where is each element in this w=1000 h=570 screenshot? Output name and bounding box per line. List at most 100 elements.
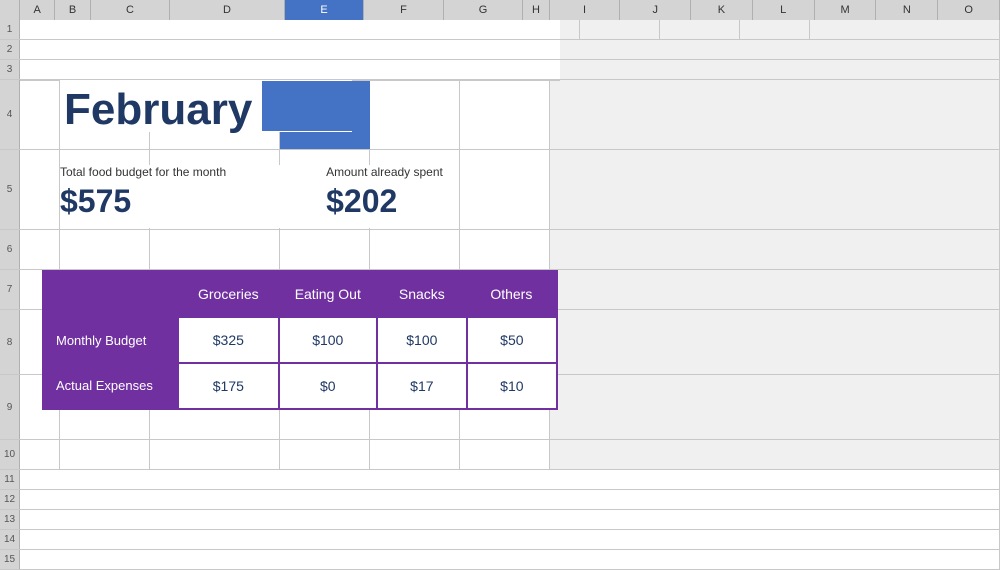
table-row-actual-expenses: Actual Expenses $175 $0 $17 $10 [43,363,557,409]
cell-c2[interactable] [60,40,150,59]
cell-e1[interactable] [280,20,370,39]
cell-groceries-actual[interactable]: $175 [178,363,279,409]
cell-eating-out-actual[interactable]: $0 [279,363,377,409]
cell-k1[interactable] [740,20,810,39]
cell-c4[interactable] [60,80,150,149]
col-header-h[interactable]: H [523,0,550,20]
col-header-m[interactable]: M [815,0,877,20]
cell-g1[interactable] [460,20,550,39]
cell-rest-8[interactable] [550,310,1000,374]
cell-rest-2[interactable] [550,40,1000,59]
cell-e6[interactable] [280,230,370,269]
cell-j1[interactable] [660,20,740,39]
cell-others-budget[interactable]: $50 [467,317,557,363]
row-num-3: 3 [0,60,20,79]
cell-rest-9[interactable] [550,375,1000,439]
cell-g4[interactable] [460,80,550,149]
col-header-k[interactable]: K [691,0,753,20]
budget-table: Groceries Eating Out Snacks Others Month… [42,270,558,410]
row-label-actual-expenses[interactable]: Actual Expenses [43,363,178,409]
cell-d5[interactable] [150,150,280,229]
cell-snacks-budget[interactable]: $100 [377,317,467,363]
cell-snacks-actual[interactable]: $17 [377,363,467,409]
cell-g3[interactable] [460,60,550,79]
cell-e10[interactable] [280,440,370,469]
row-label-monthly-budget[interactable]: Monthly Budget [43,317,178,363]
cell-f4[interactable] [370,80,460,149]
cell-e5[interactable] [280,150,370,229]
col-header-l[interactable]: L [753,0,815,20]
col-header-f[interactable]: F [364,0,443,20]
cell-rest-13[interactable] [20,510,1000,529]
cell-eating-out-budget[interactable]: $100 [279,317,377,363]
col-header-j[interactable]: J [620,0,691,20]
col-header-a[interactable]: A [20,0,55,20]
cell-f10[interactable] [370,440,460,469]
col-header-i[interactable]: I [550,0,621,20]
cell-g5[interactable] [460,150,550,229]
col-header-b[interactable]: B [55,0,90,20]
cell-rest-6[interactable] [550,230,1000,269]
cell-f1[interactable] [370,20,460,39]
cell-g10[interactable] [460,440,550,469]
cell-g2[interactable] [460,40,550,59]
row-num-4: 4 [0,80,20,149]
cell-f3[interactable] [370,60,460,79]
cell-i1[interactable] [580,20,660,39]
cell-f5[interactable] [370,150,460,229]
cell-g6[interactable] [460,230,550,269]
table-header-row: Groceries Eating Out Snacks Others [43,271,557,317]
cell-c5[interactable] [60,150,150,229]
cell-c10[interactable] [60,440,150,469]
row-4: 4 [0,80,1000,150]
row-1: 1 [0,20,1000,40]
cell-rest-4[interactable] [550,80,1000,149]
cell-rest-7[interactable] [550,270,1000,309]
cell-d4[interactable] [150,80,280,149]
cell-c1[interactable] [60,20,150,39]
col-header-c[interactable]: C [91,0,170,20]
col-header-snacks: Snacks [377,271,467,317]
cell-rest-10[interactable] [550,440,1000,469]
col-header-groceries: Groceries [178,271,279,317]
cell-d3[interactable] [150,60,280,79]
cell-b3[interactable] [20,60,60,79]
col-header-d[interactable]: D [170,0,285,20]
cell-b6[interactable] [20,230,60,269]
row-13: 13 [0,510,1000,530]
cell-c6[interactable] [60,230,150,269]
cell-rest-3[interactable] [550,60,1000,79]
col-header-e[interactable]: E [285,0,364,20]
corner-cell [0,0,20,20]
cell-b1[interactable] [20,20,60,39]
cell-rest-11[interactable] [20,470,1000,489]
cell-e4-blue[interactable] [280,80,370,149]
cell-f6[interactable] [370,230,460,269]
col-header-o[interactable]: O [938,0,1000,20]
cell-c3[interactable] [60,60,150,79]
cell-h1[interactable] [550,20,580,39]
cell-groceries-budget[interactable]: $325 [178,317,279,363]
cell-e2[interactable] [280,40,370,59]
cell-others-actual[interactable]: $10 [467,363,557,409]
cell-b2[interactable] [20,40,60,59]
row-num-2: 2 [0,40,20,59]
cell-b5[interactable] [20,150,60,229]
cell-d2[interactable] [150,40,280,59]
cell-d6[interactable] [150,230,280,269]
cell-rest-14[interactable] [20,530,1000,549]
cell-b4[interactable] [20,80,60,149]
cell-f2[interactable] [370,40,460,59]
cell-b10[interactable] [20,440,60,469]
row-2: 2 [0,40,1000,60]
col-header-g[interactable]: G [444,0,523,20]
cell-d1[interactable] [150,20,280,39]
cell-rest-5[interactable] [550,150,1000,229]
col-header-empty [43,271,178,317]
col-header-n[interactable]: N [876,0,938,20]
cell-rest-1[interactable] [810,20,1000,39]
cell-rest-15[interactable] [20,550,1000,569]
cell-d10[interactable] [150,440,280,469]
spreadsheet: A B C D E F G H I J K L M N O 1 [0,0,1000,500]
cell-e3[interactable] [280,60,370,79]
